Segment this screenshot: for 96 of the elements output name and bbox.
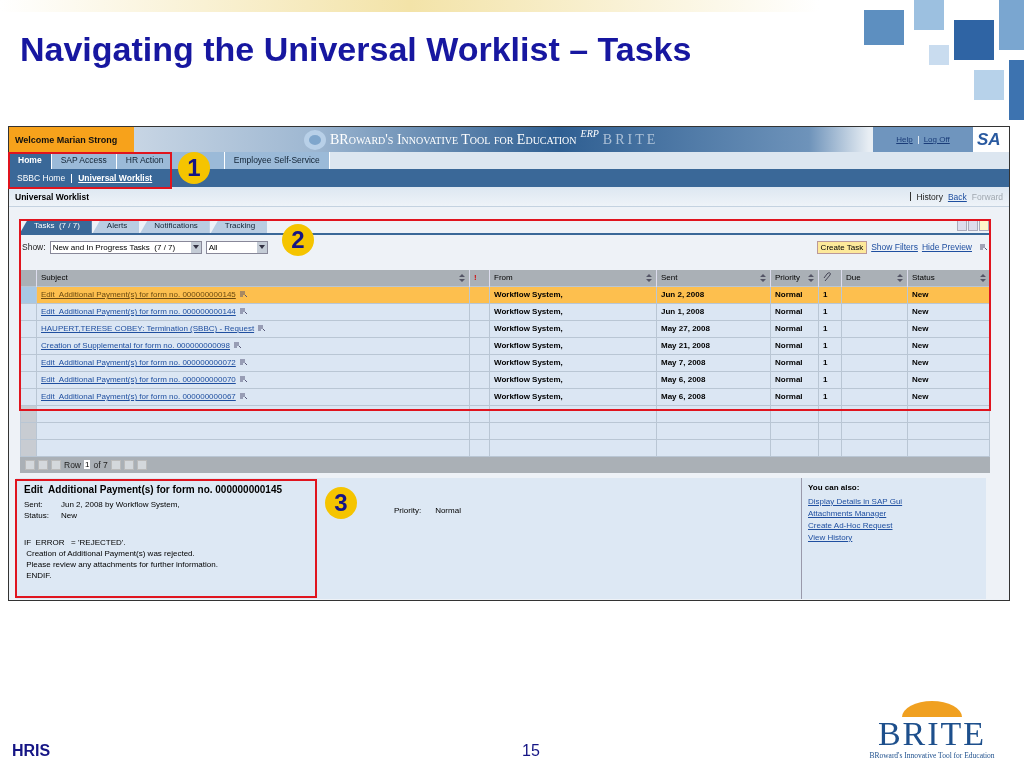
table-cell: May 27, 2008 [656,320,771,337]
column-header[interactable]: From [494,273,513,283]
back-link[interactable]: Back [947,191,967,202]
column-header[interactable]: Status [912,273,935,283]
table-cell: May 6, 2008 [656,388,771,405]
header-link[interactable]: Log Off [923,135,950,144]
menu-icon[interactable] [239,359,247,365]
field-value: Jun 2, 2008 by Workflow System, [61,498,180,510]
sort-icon[interactable] [459,273,465,282]
table-cell: Workflow System, [489,286,657,303]
sun-icon [902,701,962,717]
hide-preview-link[interactable]: Hide Preview [921,242,972,252]
menu-icon[interactable] [239,376,247,382]
erp-label: ERP [580,128,599,139]
brite-label: BRITE [602,131,659,148]
table-cell: Workflow System, [489,320,657,337]
table-cell: Workflow System, [489,337,657,354]
table-cell: Workflow System, [489,303,657,320]
show-filters-link[interactable]: Show Filters [871,242,918,252]
scope-dropdown[interactable]: All [205,240,268,254]
preview-body: IF ERROR = 'REJECTED'. Creation of Additional Payment(s) was rejected. Please review any attachments for further information. ENDIF. [24,536,219,581]
also-heading: You can also: [808,482,861,492]
column-header[interactable]: Subject [41,273,68,283]
pager-label: Row [64,459,81,470]
sort-icon[interactable] [760,273,766,282]
table-cell: 1 [818,388,842,405]
create-task-button[interactable]: Create Task [816,240,868,254]
table-cell: Normal [770,286,819,303]
sort-icon[interactable] [897,273,903,282]
field-value: New [61,509,77,521]
welcome-text: Welcome Marian Strong [9,127,134,152]
header-link[interactable]: Help [896,135,913,144]
previous-button[interactable] [957,220,967,231]
show-label: Show: [22,242,46,252]
action-link[interactable]: View History [808,532,980,542]
field-value: Normal [435,505,461,515]
table-cell: Workflow System, [489,388,657,405]
table-cell: 1 [818,354,842,371]
footer-text: HRIS [12,742,51,760]
table-cell: 1 [818,371,842,388]
logo-text: SA [973,127,1009,152]
table-cell: Workflow System, [489,354,657,371]
table-cell: 1 [818,286,842,303]
table-cell: Workflow System, [489,371,657,388]
table-cell: May 21, 2008 [656,337,771,354]
history-menu[interactable]: History [916,191,943,202]
nav-tab[interactable]: Employee Self-Service [224,152,330,169]
page-number: 15 [522,742,540,760]
menu-icon[interactable] [980,244,987,250]
table-cell: 1 [818,337,842,354]
sort-icon[interactable] [808,273,814,282]
table-cell: May 6, 2008 [656,371,771,388]
next-button[interactable] [968,220,978,231]
caret-icon [258,245,265,249]
sort-icon[interactable] [646,273,652,282]
action-link[interactable]: Create Ad-Hoc Request [808,520,980,530]
column-header[interactable]: Sent [661,273,678,283]
field-label: Status: [24,509,49,521]
field-label: Sent: [24,498,44,510]
banner-title: BRoward's Innovative Tool for Education [330,131,577,148]
row-field[interactable]: 1 [84,460,91,469]
column-header[interactable]: Due [846,273,861,283]
table-row[interactable]: Edit Additional Payment(s) for form no. 000000000145 Workflow System, Jun 2, 2008 Normal 1 New [20,286,990,303]
action-link[interactable]: Attachments Manager [808,508,980,518]
table-cell: Jun 1, 2008 [656,303,771,320]
table-cell: New [907,286,990,303]
subnav-link[interactable]: SBBC Home [17,173,66,183]
page-title: Universal Worklist [15,191,89,202]
menu-icon[interactable] [239,308,247,314]
action-link[interactable]: Display Details in SAP Gui [808,496,980,506]
pager-total: of 7 [93,459,108,470]
paperclip-icon [823,271,832,282]
table-cell: Normal [770,320,819,337]
caret-icon [192,245,199,249]
slide-title: Navigating the Universal Worklist – Tasks [20,30,692,69]
table-cell: Jun 2, 2008 [656,286,771,303]
table-cell: 1 [818,320,842,337]
window-button[interactable] [979,220,989,231]
table-cell: Normal [770,388,819,405]
field-label: Priority: [394,505,422,515]
menu-icon[interactable] [239,393,247,399]
preview-title: Edit Additional Payment(s) for form no. 000000000145 [24,483,284,495]
subnav-link[interactable]: Universal Worklist [78,173,153,183]
table-cell: Normal [770,303,819,320]
menu-icon[interactable] [234,342,241,348]
table-cell: Normal [770,337,819,354]
table-cell: Normal [770,354,819,371]
table-cell: 1 [818,303,842,320]
table-cell: May 7, 2008 [656,354,771,371]
sort-icon[interactable] [979,273,986,282]
filter-dropdown[interactable]: New and In Progress Tasks (7 / 7) [49,240,202,254]
table-cell: Normal [770,371,819,388]
globe-icon [304,129,326,150]
logo-name: BRITE [877,717,987,751]
menu-icon[interactable] [258,325,266,331]
menu-icon[interactable] [239,291,247,297]
